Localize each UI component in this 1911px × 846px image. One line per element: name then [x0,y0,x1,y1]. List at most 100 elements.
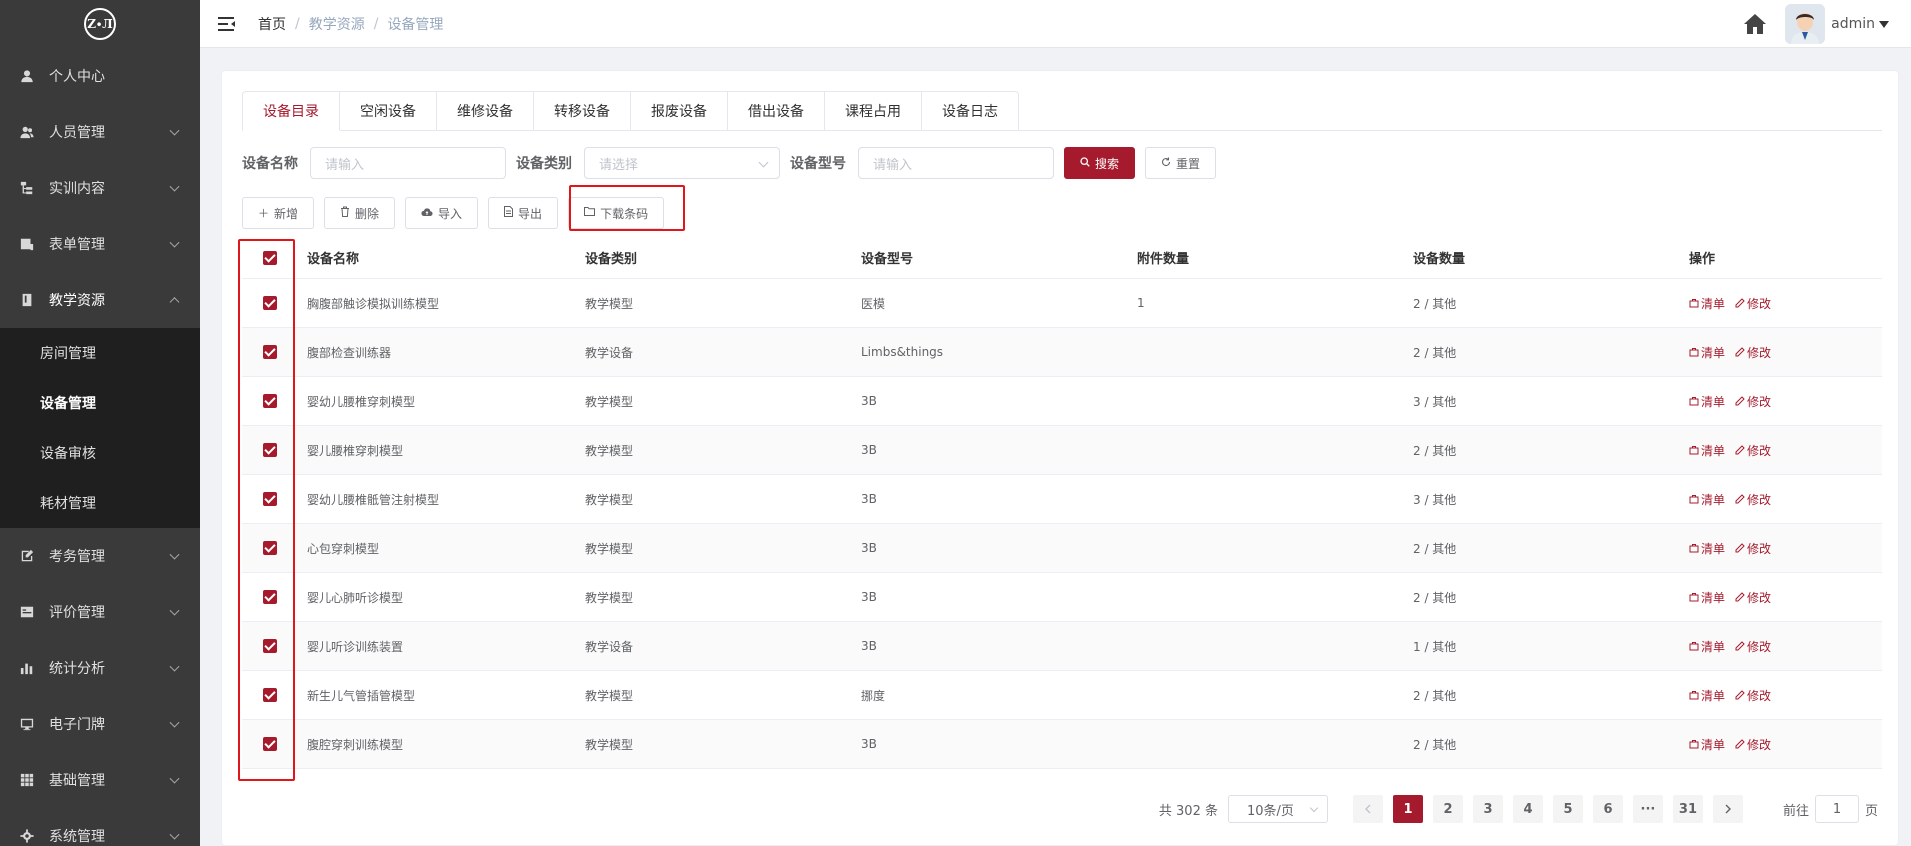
page-button-4[interactable]: 4 [1512,795,1543,823]
list-action-label: 清单 [1701,443,1726,458]
tab-repair-equipment[interactable]: 维修设备 [437,91,534,131]
edit-action-link[interactable]: 修改 [1735,540,1771,557]
home-icon[interactable] [1743,12,1767,36]
page-button-1[interactable]: 1 [1392,795,1423,823]
caret-down-icon[interactable] [1879,20,1889,28]
table-row[interactable]: 婴儿腰椎穿刺模型 教学模型 3B 2 / 其他 清单 修改 [242,426,1882,475]
row-checkbox[interactable] [262,639,277,653]
chart-icon [20,661,34,675]
cell-quantity: 2 / 其他 [1413,296,1457,311]
equipment-model-input[interactable]: 请输入 [858,147,1054,179]
export-button[interactable]: 导出 [488,197,559,229]
table-row[interactable]: 心包穿刺模型 教学模型 3B 2 / 其他 清单 修改 [242,524,1882,573]
sidebar-item-statistics[interactable]: 统计分析 [0,640,200,696]
list-action-link[interactable]: 清单 [1689,344,1725,361]
edit-action-link[interactable]: 修改 [1735,442,1771,459]
edit-action-link[interactable]: 修改 [1735,589,1771,606]
page-button-6[interactable]: 6 [1592,795,1623,823]
add-button[interactable]: ＋ 新增 [242,197,315,229]
tab-equipment-catalog[interactable]: 设备目录 [242,91,340,131]
table-row[interactable]: 婴幼儿腰椎骶管注射模型 教学模型 3B 3 / 其他 清单 修改 [242,475,1882,524]
edit-action-link[interactable]: 修改 [1735,638,1771,655]
tab-equipment-log[interactable]: 设备日志 [922,91,1019,131]
edit-action-link[interactable]: 修改 [1735,687,1771,704]
row-checkbox[interactable] [262,296,277,310]
import-button[interactable]: 导入 [405,197,479,229]
list-action-link[interactable]: 清单 [1689,540,1725,557]
row-checkbox[interactable] [262,394,277,408]
edit-icon [1735,494,1747,504]
sidebar-item-training[interactable]: 实训内容 [0,160,200,216]
list-action-link[interactable]: 清单 [1689,491,1725,508]
sidebar-item-personnel[interactable]: 人员管理 [0,104,200,160]
page-button-31[interactable]: 31 [1672,795,1703,823]
prev-page-button[interactable] [1352,795,1383,823]
search-button[interactable]: 搜索 [1064,147,1136,179]
tab-scrapped-equipment[interactable]: 报废设备 [631,91,728,131]
more-pages-button[interactable]: ··· [1632,795,1663,823]
next-page-button[interactable] [1712,795,1743,823]
breadcrumb-home[interactable]: 首页 [258,14,286,34]
table-row[interactable]: 婴儿听诊训练装置 教学设备 3B 1 / 其他 清单 修改 [242,622,1882,671]
edit-action-link[interactable]: 修改 [1735,736,1771,753]
row-checkbox[interactable] [262,590,277,604]
page-size-select[interactable]: 10条/页 [1227,795,1328,823]
table-row[interactable]: 婴儿心肺听诊模型 教学模型 3B 2 / 其他 清单 修改 [242,573,1882,622]
edit-action-link[interactable]: 修改 [1735,393,1771,410]
reset-button[interactable]: 重置 [1145,147,1217,179]
submenu-item-equipment-review[interactable]: 设备审核 [0,428,200,478]
row-checkbox[interactable] [262,688,277,702]
page-button-2[interactable]: 2 [1432,795,1463,823]
list-action-link[interactable]: 清单 [1689,736,1725,753]
sidebar-item-system[interactable]: 系统管理 [0,808,200,846]
row-checkbox[interactable] [262,443,277,457]
sidebar-item-personal-center[interactable]: 个人中心 [0,48,200,104]
page-button-3[interactable]: 3 [1472,795,1503,823]
cell-name: 婴幼儿腰椎骶管注射模型 [307,492,440,507]
table-row[interactable]: 胸腹部触诊模拟训练模型 教学模型 医模 1 2 / 其他 清单 修改 [242,279,1882,328]
equipment-name-input[interactable]: 请输入 [310,147,506,179]
list-action-link[interactable]: 清单 [1689,295,1725,312]
table-row[interactable]: 腹腔穿刺训练模型 教学模型 3B 2 / 其他 清单 修改 [242,720,1882,769]
sidebar-item-forms[interactable]: 表单管理 [0,216,200,272]
submenu-item-rooms[interactable]: 房间管理 [0,328,200,378]
tab-loaned-equipment[interactable]: 借出设备 [728,91,825,131]
cell-type: 教学模型 [585,737,634,752]
tab-idle-equipment[interactable]: 空闲设备 [340,91,437,131]
avatar[interactable] [1785,4,1826,44]
list-action-link[interactable]: 清单 [1689,393,1725,410]
sidebar-item-basic[interactable]: 基础管理 [0,752,200,808]
row-checkbox[interactable] [262,541,277,555]
list-action-link[interactable]: 清单 [1689,687,1725,704]
page-button-5[interactable]: 5 [1552,795,1583,823]
list-action-link[interactable]: 清单 [1689,442,1725,459]
tab-course-occupied[interactable]: 课程占用 [825,91,922,131]
cell-name: 腹部检查训练器 [307,345,392,360]
username[interactable]: admin [1831,16,1875,32]
row-checkbox[interactable] [262,492,277,506]
submenu-item-consumables[interactable]: 耗材管理 [0,478,200,528]
equipment-type-select[interactable]: 请选择 [584,147,780,179]
sidebar-item-evaluation[interactable]: 评价管理 [0,584,200,640]
goto-page-input[interactable]: 1 [1814,795,1859,823]
row-checkbox[interactable] [262,345,277,359]
sidebar-item-exam-affairs[interactable]: 考务管理 [0,528,200,584]
list-action-link[interactable]: 清单 [1689,638,1725,655]
table-row[interactable]: 新生儿气管插管模型 教学模型 挪度 2 / 其他 清单 修改 [242,671,1882,720]
edit-action-link[interactable]: 修改 [1735,344,1771,361]
hamburger-icon[interactable] [218,16,236,32]
table-row[interactable]: 腹部检查训练器 教学设备 Limbs&things 2 / 其他 清单 修改 [242,328,1882,377]
submenu-item-equipment[interactable]: 设备管理 [0,378,200,428]
tab-transfer-equipment[interactable]: 转移设备 [534,91,631,131]
sidebar-item-e-doorplate[interactable]: 电子门牌 [0,696,200,752]
row-checkbox[interactable] [262,737,277,751]
list-action-label: 清单 [1701,737,1726,752]
edit-action-link[interactable]: 修改 [1735,491,1771,508]
table-row[interactable]: 婴幼儿腰椎穿刺模型 教学模型 3B 3 / 其他 清单 修改 [242,377,1882,426]
select-all-checkbox[interactable] [262,250,277,265]
list-action-link[interactable]: 清单 [1689,589,1725,606]
sidebar-item-teaching-resources[interactable]: 教学资源 [0,272,200,328]
delete-button[interactable]: 删除 [324,197,396,229]
edit-action-link[interactable]: 修改 [1735,295,1771,312]
download-barcode-button[interactable]: 下载条码 [568,197,665,229]
